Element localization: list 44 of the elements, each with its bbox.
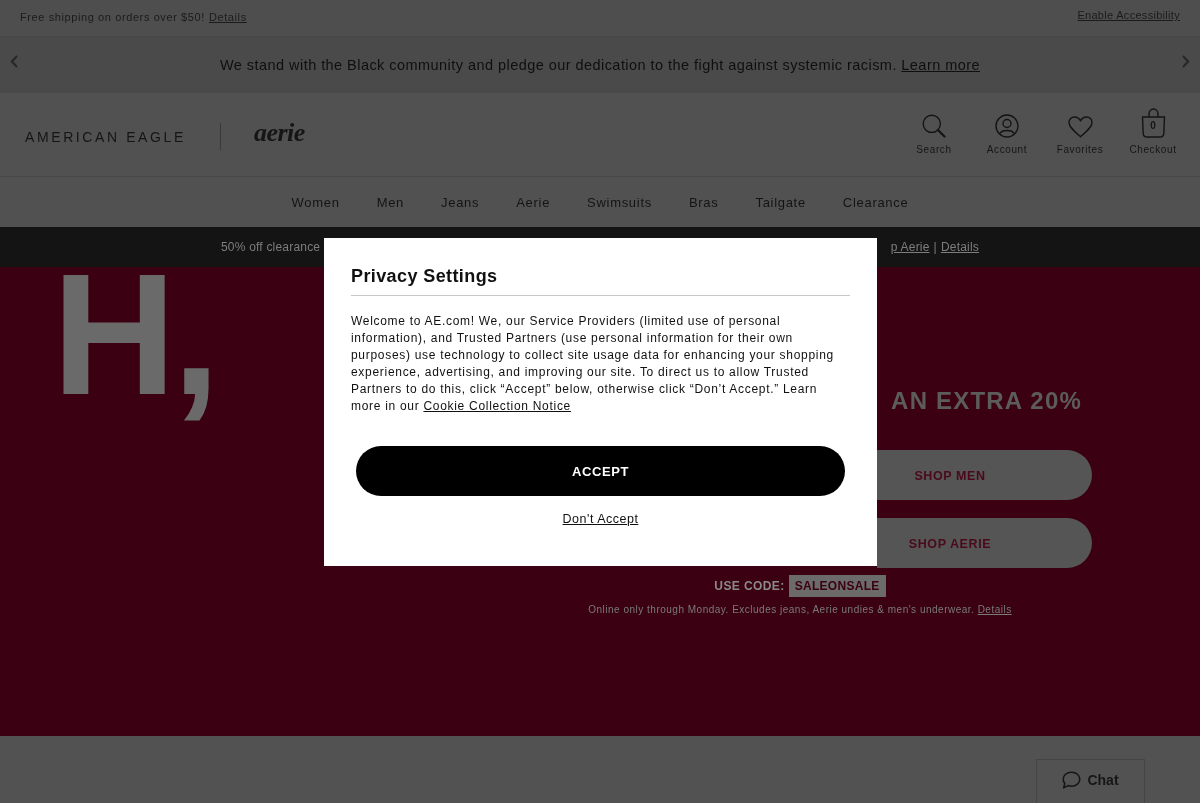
chevron-right-icon xyxy=(1182,54,1190,68)
shop-button[interactable]: SHOP AERIE xyxy=(877,518,1092,568)
code-label: USE CODE: xyxy=(714,579,785,593)
nav-link[interactable]: Tailgate xyxy=(755,194,806,210)
privacy-text: Welcome to AE.com! We, our Service Providers (limited use of personal information), and Trusted Partners (use personal information for their own purposes) use technology to collect site usage data for enhancing your shopping experience, advertising, and improving our site. To direct us to allow Trusted Partners to do this, click “Accept” below, otherwise click “Don’t Accept.” Learn more in our Cookie Collection Notice xyxy=(351,313,835,415)
search-icon xyxy=(922,114,946,138)
fine-print: Online only through Monday. Excludes jeans, Aerie undies & men's underwear. Details xyxy=(588,604,1012,615)
nav-link[interactable]: Jeans xyxy=(441,194,480,210)
dialog-title: Privacy Settings xyxy=(351,265,499,288)
search-link[interactable]: Search xyxy=(899,108,969,155)
details-link[interactable]: Details xyxy=(977,604,1012,615)
next-button[interactable] xyxy=(1182,54,1190,68)
nav-link[interactable]: Swimsuits xyxy=(587,194,652,210)
bag-link[interactable]: 0 Checkout xyxy=(1118,108,1188,155)
cookie-notice-link[interactable]: Cookie Collection Notice xyxy=(423,399,571,413)
separator-text: | xyxy=(933,240,937,254)
account-link[interactable]: Account xyxy=(972,108,1042,155)
promo-code: SALEONSALE xyxy=(788,575,886,597)
nav-link[interactable]: Clearance xyxy=(842,194,909,210)
learn-more-link[interactable]: Learn more xyxy=(901,57,980,73)
logo-link[interactable]: aerie xyxy=(253,117,305,148)
decline-link[interactable]: Don't Accept xyxy=(562,512,639,526)
hero-headline: H, xyxy=(52,270,216,421)
speech-bubble-icon xyxy=(1062,771,1082,789)
nav-link[interactable]: Women xyxy=(291,194,340,210)
accept-button[interactable]: ACCEPT xyxy=(356,446,845,496)
shopping-bag-icon xyxy=(1140,108,1166,138)
shop-button[interactable]: SHOP MEN xyxy=(877,450,1092,500)
logo-link[interactable]: AMERICAN EAGLE xyxy=(25,128,186,145)
nav-link[interactable]: Men xyxy=(376,194,405,210)
promo-text: 50% off clearance xyxy=(221,240,321,254)
shop-link[interactable]: p Aerie xyxy=(890,240,930,254)
hero-subheadline: AN EXTRA 20% xyxy=(891,387,1082,415)
account-icon xyxy=(995,114,1019,138)
nav-link[interactable]: Aerie xyxy=(516,194,551,210)
cart-count: 0 xyxy=(1149,120,1157,132)
heart-icon xyxy=(1067,116,1093,138)
chevron-left-icon xyxy=(10,54,18,68)
previous-button[interactable] xyxy=(10,54,18,68)
chat-button[interactable]: Chat xyxy=(1036,759,1145,803)
details-link[interactable]: Details xyxy=(940,240,979,254)
announcement-text: We stand with the Black community and pledge our dedication to the fight against systemic racism. Learn more xyxy=(220,57,980,73)
favorites-link[interactable]: Favorites xyxy=(1045,108,1115,155)
nav-link[interactable]: Bras xyxy=(688,194,719,210)
